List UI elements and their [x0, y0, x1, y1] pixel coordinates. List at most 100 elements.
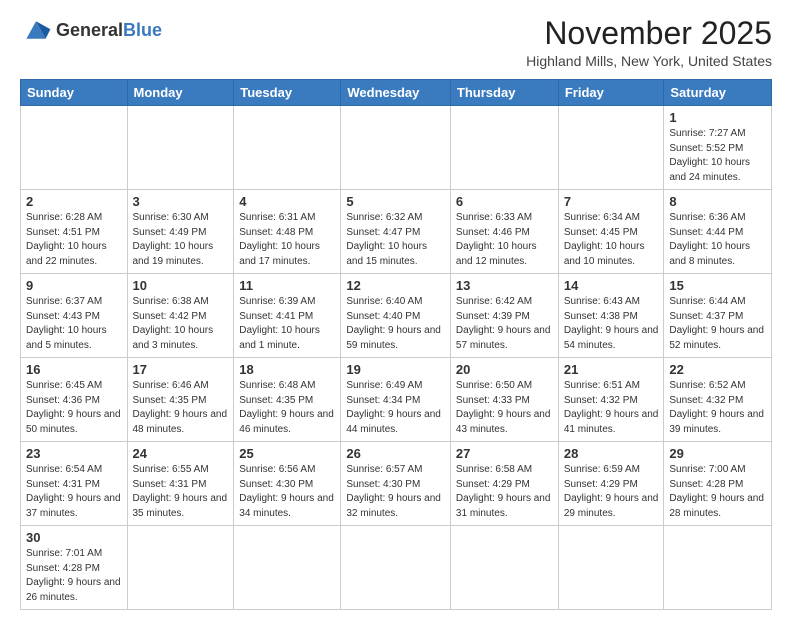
logo: GeneralBlue	[20, 16, 162, 44]
day-info: Sunrise: 6:36 AM Sunset: 4:44 PM Dayligh…	[669, 211, 766, 269]
calendar-cell: 9 Sunrise: 6:37 AM Sunset: 4:43 PM Daylig…	[21, 274, 128, 358]
day-info: Sunrise: 6:45 AM Sunset: 4:36 PM Dayligh…	[26, 379, 122, 437]
calendar-cell: 20 Sunrise: 6:50 AM Sunset: 4:33 PM Dayli…	[450, 358, 558, 442]
day-info: Sunrise: 6:55 AM Sunset: 4:31 PM Dayligh…	[133, 463, 229, 521]
calendar-header-row: SundayMondayTuesdayWednesdayThursdayFrid…	[21, 80, 772, 106]
calendar-cell	[450, 106, 558, 190]
day-number: 11	[239, 278, 335, 293]
calendar-cell: 29 Sunrise: 7:00 AM Sunset: 4:28 PM Dayli…	[664, 442, 772, 526]
calendar-cell: 7Sunrise: 6:34 AM Sunset: 4:45 PM Daylig…	[558, 190, 664, 274]
calendar-cell: 4 Sunrise: 6:31 AM Sunset: 4:48 PM Daylig…	[234, 190, 341, 274]
day-info: Sunrise: 6:30 AM Sunset: 4:49 PM Dayligh…	[133, 211, 229, 269]
day-info: Sunrise: 6:40 AM Sunset: 4:40 PM Dayligh…	[346, 295, 445, 353]
calendar-cell: 14 Sunrise: 6:43 AM Sunset: 4:38 PM Dayli…	[558, 274, 664, 358]
calendar-cell	[127, 106, 234, 190]
month-title: November 2025	[526, 16, 772, 51]
col-header-saturday: Saturday	[664, 80, 772, 106]
day-number: 6	[456, 194, 553, 209]
day-info: Sunrise: 7:00 AM Sunset: 4:28 PM Dayligh…	[669, 463, 766, 521]
day-info: Sunrise: 7:01 AM Sunset: 4:28 PM Dayligh…	[26, 547, 122, 605]
day-info: Sunrise: 6:39 AM Sunset: 4:41 PM Dayligh…	[239, 295, 335, 353]
calendar-cell: 22 Sunrise: 6:52 AM Sunset: 4:32 PM Dayli…	[664, 358, 772, 442]
calendar-cell: 13 Sunrise: 6:42 AM Sunset: 4:39 PM Dayli…	[450, 274, 558, 358]
calendar-cell: 16 Sunrise: 6:45 AM Sunset: 4:36 PM Dayli…	[21, 358, 128, 442]
day-info: Sunrise: 6:28 AM Sunset: 4:51 PM Dayligh…	[26, 211, 122, 269]
day-number: 4	[239, 194, 335, 209]
day-info: Sunrise: 6:31 AM Sunset: 4:48 PM Dayligh…	[239, 211, 335, 269]
title-block: November 2025 Highland Mills, New York, …	[526, 16, 772, 69]
calendar-cell: 1 Sunrise: 7:27 AM Sunset: 5:52 PM Daylig…	[664, 106, 772, 190]
calendar-cell	[21, 106, 128, 190]
calendar-cell: 23Sunrise: 6:54 AM Sunset: 4:31 PM Dayli…	[21, 442, 128, 526]
calendar-week-4: 23Sunrise: 6:54 AM Sunset: 4:31 PM Dayli…	[21, 442, 772, 526]
day-number: 15	[669, 278, 766, 293]
calendar-cell: 30Sunrise: 7:01 AM Sunset: 4:28 PM Dayli…	[21, 526, 128, 610]
calendar-cell: 3 Sunrise: 6:30 AM Sunset: 4:49 PM Daylig…	[127, 190, 234, 274]
day-number: 18	[239, 362, 335, 377]
calendar-cell: 15 Sunrise: 6:44 AM Sunset: 4:37 PM Dayli…	[664, 274, 772, 358]
day-info: Sunrise: 6:38 AM Sunset: 4:42 PM Dayligh…	[133, 295, 229, 353]
day-number: 26	[346, 446, 445, 461]
day-number: 29	[669, 446, 766, 461]
calendar-cell: 8Sunrise: 6:36 AM Sunset: 4:44 PM Daylig…	[664, 190, 772, 274]
day-number: 9	[26, 278, 122, 293]
calendar-cell	[234, 526, 341, 610]
calendar-cell: 11 Sunrise: 6:39 AM Sunset: 4:41 PM Dayli…	[234, 274, 341, 358]
calendar-cell: 17 Sunrise: 6:46 AM Sunset: 4:35 PM Dayli…	[127, 358, 234, 442]
day-info: Sunrise: 6:42 AM Sunset: 4:39 PM Dayligh…	[456, 295, 553, 353]
col-header-friday: Friday	[558, 80, 664, 106]
calendar-cell	[341, 106, 451, 190]
calendar-cell	[558, 106, 664, 190]
day-number: 1	[669, 110, 766, 125]
day-info: Sunrise: 6:44 AM Sunset: 4:37 PM Dayligh…	[669, 295, 766, 353]
day-info: Sunrise: 6:57 AM Sunset: 4:30 PM Dayligh…	[346, 463, 445, 521]
calendar-cell: 2 Sunrise: 6:28 AM Sunset: 4:51 PM Daylig…	[21, 190, 128, 274]
day-info: Sunrise: 6:33 AM Sunset: 4:46 PM Dayligh…	[456, 211, 553, 269]
calendar-cell	[341, 526, 451, 610]
day-number: 2	[26, 194, 122, 209]
day-info: Sunrise: 6:50 AM Sunset: 4:33 PM Dayligh…	[456, 379, 553, 437]
calendar-cell: 18 Sunrise: 6:48 AM Sunset: 4:35 PM Dayli…	[234, 358, 341, 442]
day-info: Sunrise: 6:59 AM Sunset: 4:29 PM Dayligh…	[564, 463, 659, 521]
calendar-cell	[450, 526, 558, 610]
calendar-cell: 27Sunrise: 6:58 AM Sunset: 4:29 PM Dayli…	[450, 442, 558, 526]
day-info: Sunrise: 6:43 AM Sunset: 4:38 PM Dayligh…	[564, 295, 659, 353]
day-info: Sunrise: 6:52 AM Sunset: 4:32 PM Dayligh…	[669, 379, 766, 437]
day-number: 13	[456, 278, 553, 293]
calendar-cell	[558, 526, 664, 610]
col-header-tuesday: Tuesday	[234, 80, 341, 106]
col-header-wednesday: Wednesday	[341, 80, 451, 106]
day-number: 19	[346, 362, 445, 377]
calendar-cell: 6 Sunrise: 6:33 AM Sunset: 4:46 PM Daylig…	[450, 190, 558, 274]
day-info: Sunrise: 6:49 AM Sunset: 4:34 PM Dayligh…	[346, 379, 445, 437]
calendar-cell	[664, 526, 772, 610]
day-info: Sunrise: 6:37 AM Sunset: 4:43 PM Dayligh…	[26, 295, 122, 353]
calendar-table: SundayMondayTuesdayWednesdayThursdayFrid…	[20, 79, 772, 610]
day-info: Sunrise: 6:56 AM Sunset: 4:30 PM Dayligh…	[239, 463, 335, 521]
day-info: Sunrise: 6:48 AM Sunset: 4:35 PM Dayligh…	[239, 379, 335, 437]
day-number: 5	[346, 194, 445, 209]
day-number: 3	[133, 194, 229, 209]
day-number: 21	[564, 362, 659, 377]
day-number: 25	[239, 446, 335, 461]
day-number: 7	[564, 194, 659, 209]
col-header-sunday: Sunday	[21, 80, 128, 106]
day-info: Sunrise: 6:51 AM Sunset: 4:32 PM Dayligh…	[564, 379, 659, 437]
day-number: 17	[133, 362, 229, 377]
calendar-week-2: 9 Sunrise: 6:37 AM Sunset: 4:43 PM Daylig…	[21, 274, 772, 358]
day-number: 12	[346, 278, 445, 293]
logo-icon	[20, 16, 52, 44]
calendar-cell: 24Sunrise: 6:55 AM Sunset: 4:31 PM Dayli…	[127, 442, 234, 526]
day-number: 22	[669, 362, 766, 377]
calendar-cell: 12 Sunrise: 6:40 AM Sunset: 4:40 PM Dayli…	[341, 274, 451, 358]
day-number: 16	[26, 362, 122, 377]
day-number: 14	[564, 278, 659, 293]
calendar-week-0: 1 Sunrise: 7:27 AM Sunset: 5:52 PM Daylig…	[21, 106, 772, 190]
page: GeneralBlue November 2025 Highland Mills…	[0, 0, 792, 620]
day-info: Sunrise: 7:27 AM Sunset: 5:52 PM Dayligh…	[669, 127, 766, 185]
day-info: Sunrise: 6:46 AM Sunset: 4:35 PM Dayligh…	[133, 379, 229, 437]
location: Highland Mills, New York, United States	[526, 53, 772, 69]
day-number: 20	[456, 362, 553, 377]
calendar-cell: 26 Sunrise: 6:57 AM Sunset: 4:30 PM Dayli…	[341, 442, 451, 526]
calendar-cell	[234, 106, 341, 190]
